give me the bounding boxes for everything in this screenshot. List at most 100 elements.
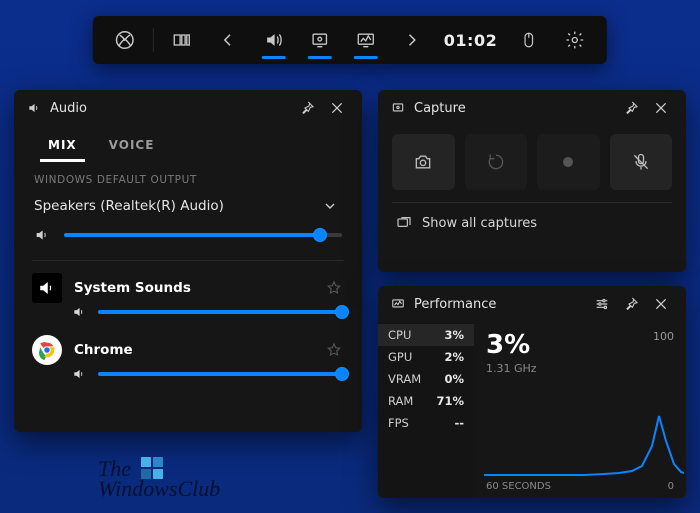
show-all-captures-label: Show all captures: [422, 216, 537, 231]
widgets-icon: [172, 30, 192, 50]
nav-next-button[interactable]: [390, 18, 434, 62]
performance-metric-list: CPU 3% GPU 2% VRAM 0% RAM 71% FPS --: [378, 322, 474, 498]
pin-icon: [623, 100, 639, 116]
app-volume-row-system-sounds: [14, 303, 362, 329]
performance-big-value: 3%: [486, 330, 674, 360]
nav-prev-button[interactable]: [206, 18, 250, 62]
record-button[interactable]: [537, 134, 600, 190]
capture-buttons: [378, 126, 686, 202]
performance-panel: Performance CPU 3% GPU 2% VRAM 0%: [378, 286, 686, 498]
close-button[interactable]: [646, 93, 676, 123]
output-device-name: Speakers (Realtek(R) Audio): [34, 198, 224, 214]
pin-icon: [299, 100, 315, 116]
chart-xlabel-right: 0: [668, 481, 674, 492]
master-volume-slider[interactable]: [64, 233, 342, 237]
mouse-button[interactable]: [507, 18, 551, 62]
app-volume-slider[interactable]: [98, 372, 342, 376]
watermark-line2: WindowsClub: [98, 476, 220, 501]
performance-icon: [390, 296, 406, 312]
xbox-button[interactable]: [103, 18, 147, 62]
chevron-left-icon: [219, 31, 237, 49]
gallery-icon: [396, 215, 412, 231]
audio-tabs: MIX VOICE: [14, 130, 362, 162]
output-device-row[interactable]: Speakers (Realtek(R) Audio): [14, 190, 362, 224]
capture-icon: [310, 30, 330, 50]
performance-icon: [356, 30, 376, 50]
show-all-captures-button[interactable]: Show all captures: [378, 203, 686, 243]
mic-toggle-button[interactable]: [610, 134, 673, 190]
tab-voice[interactable]: VOICE: [93, 130, 171, 162]
metric-ram[interactable]: RAM 71%: [378, 390, 474, 412]
audio-panel-header: Audio: [14, 90, 362, 126]
capture-panel-header: Capture: [378, 90, 686, 126]
game-bar-topbar: 01:02: [93, 16, 607, 64]
close-icon: [653, 296, 669, 312]
chart-xlabel-left: 60 SECONDS: [486, 481, 551, 492]
close-button[interactable]: [322, 93, 352, 123]
xbox-icon: [114, 29, 136, 51]
options-button[interactable]: [588, 289, 616, 319]
star-outline-icon: [326, 280, 342, 296]
master-volume-row: [14, 224, 362, 254]
speaker-icon[interactable]: [72, 305, 86, 319]
close-icon: [329, 100, 345, 116]
chevron-down-icon: [322, 198, 338, 214]
speaker-icon[interactable]: [72, 367, 86, 381]
star-outline-icon: [326, 342, 342, 358]
metric-fps[interactable]: FPS --: [378, 412, 474, 434]
app-volume-slider[interactable]: [98, 310, 342, 314]
favorite-button[interactable]: [324, 340, 344, 360]
topbar-divider: [153, 28, 154, 52]
performance-body: CPU 3% GPU 2% VRAM 0% RAM 71% FPS -- 3% …: [378, 322, 686, 498]
device-dropdown-button[interactable]: [318, 194, 342, 218]
pin-button[interactable]: [616, 93, 646, 123]
close-icon: [653, 100, 669, 116]
speaker-icon[interactable]: [34, 226, 52, 244]
metric-vram[interactable]: VRAM 0%: [378, 368, 474, 390]
performance-panel-header: Performance: [378, 286, 686, 322]
close-button[interactable]: [646, 289, 676, 319]
record-icon: [563, 157, 573, 167]
camera-icon: [413, 152, 433, 172]
app-name: Chrome: [74, 342, 324, 358]
performance-chart: 3% 1.31 GHz 100 60 SECONDS 0: [474, 322, 686, 498]
screenshot-button[interactable]: [392, 134, 455, 190]
sliders-icon: [594, 296, 610, 312]
tab-mix[interactable]: MIX: [32, 130, 93, 162]
chart-ymax: 100: [653, 330, 674, 343]
performance-panel-title: Performance: [414, 297, 588, 312]
gear-icon: [565, 30, 585, 50]
chevron-right-icon: [403, 31, 421, 49]
capture-panel: Capture Show all captures: [378, 90, 686, 272]
metric-gpu[interactable]: GPU 2%: [378, 346, 474, 368]
capture-overlay-button[interactable]: [298, 18, 342, 62]
watermark: The WindowsClub: [98, 454, 220, 499]
app-name: System Sounds: [74, 280, 324, 296]
rewind-icon: [486, 152, 506, 172]
performance-overlay-button[interactable]: [344, 18, 388, 62]
record-last-button[interactable]: [465, 134, 528, 190]
app-row-system-sounds: System Sounds: [14, 267, 362, 303]
widgets-button[interactable]: [160, 18, 204, 62]
mouse-icon: [520, 30, 538, 50]
metric-cpu[interactable]: CPU 3%: [378, 324, 474, 346]
speaker-app-icon: [32, 273, 62, 303]
cpu-sparkline: [484, 386, 684, 476]
topbar-clock: 01:02: [436, 31, 505, 50]
mic-off-icon: [631, 152, 651, 172]
favorite-button[interactable]: [324, 278, 344, 298]
pin-button[interactable]: [292, 93, 322, 123]
speaker-icon: [26, 100, 42, 116]
pin-icon: [623, 296, 639, 312]
settings-button[interactable]: [553, 18, 597, 62]
capture-panel-title: Capture: [414, 101, 616, 116]
audio-overlay-button[interactable]: [252, 18, 296, 62]
app-row-chrome: Chrome: [14, 329, 362, 365]
capture-icon: [390, 100, 406, 116]
performance-sub-value: 1.31 GHz: [486, 362, 674, 375]
pin-button[interactable]: [616, 289, 646, 319]
divider: [32, 260, 344, 261]
audio-panel: Audio MIX VOICE WINDOWS DEFAULT OUTPUT S…: [14, 90, 362, 432]
app-volume-row-chrome: [14, 365, 362, 391]
audio-panel-title: Audio: [50, 101, 292, 116]
